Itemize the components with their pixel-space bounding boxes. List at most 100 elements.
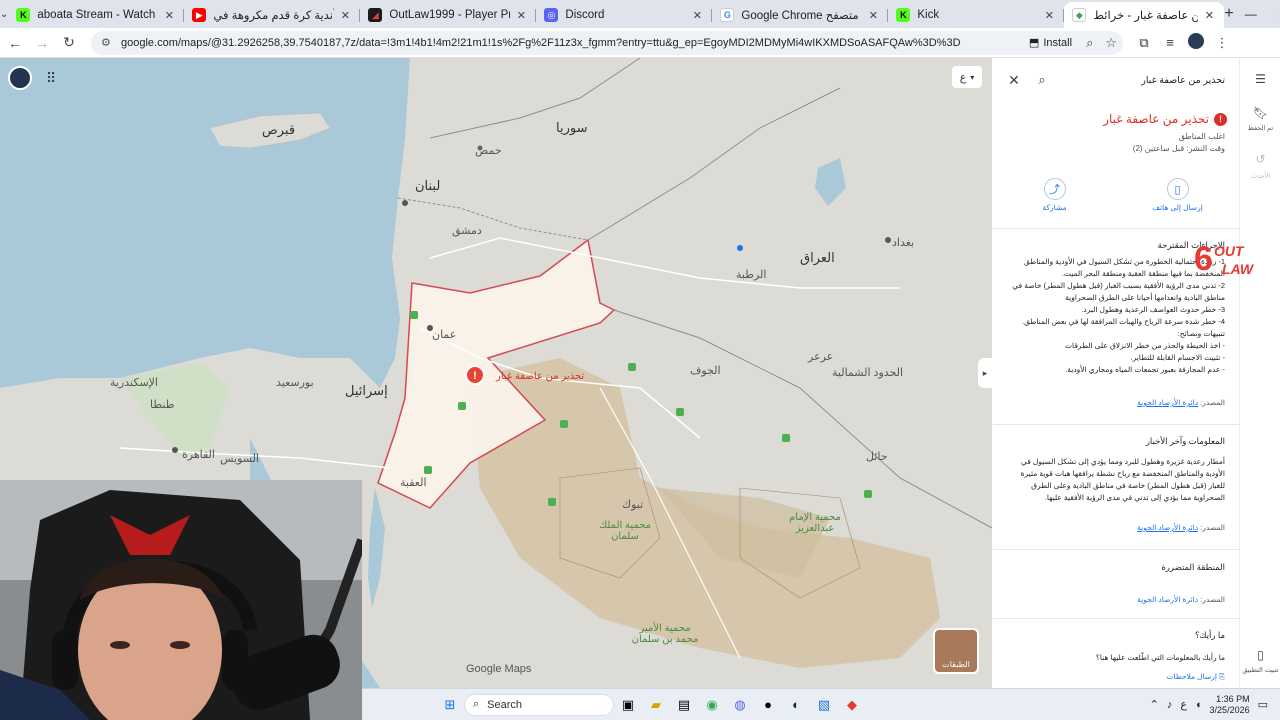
tab-close-icon[interactable]: ✕ [1042,9,1056,22]
reload-button[interactable]: ↻ [57,34,81,51]
right-rail: ☰ 🔖︎ تم الحفظ ↺ الأحدث ▯ تثبيت التطبيق [1239,58,1280,688]
app2-taskbar-icon[interactable]: ▧ [810,694,838,716]
search-icon[interactable]: ⌕ [1031,72,1053,88]
news-text: أمطار رعدية غزيرة وهطول للبرد ومما يؤدي … [1020,457,1225,502]
tab-close-icon[interactable]: ✕ [514,9,528,22]
chrome-menu-icon[interactable]: ⋮ [1209,35,1235,51]
taskbar-search[interactable]: ⌕ Search [464,693,614,716]
search-box[interactable]: ✕ ⌕ تحذير من عاصفة غبار [1003,66,1229,94]
obs-taskbar-icon[interactable]: ◆ [838,694,866,716]
tab-0[interactable]: Kaboata Stream - Watch Live on ✕ [8,2,185,28]
map-label-city: السويس [220,453,259,465]
mic-icon[interactable]: ♪ [1167,699,1173,711]
maximize-button[interactable]: ❐ [1268,7,1280,21]
feedback-icon: ⎘ [1219,672,1225,681]
clock[interactable]: 1:36 PM 3/25/2026 [1210,694,1250,716]
tab-title: أكثر 5 أندية كرة قدم مكروهة في [213,10,335,22]
back-button[interactable]: ← [3,35,27,51]
volume-icon[interactable]: ◖ [1195,699,1202,711]
chrome-taskbar-icon[interactable]: ◉ [698,694,726,716]
tab-favicon-icon: K [16,8,31,22]
media-icon[interactable]: ≡ [1157,35,1183,50]
store-icon[interactable]: ▤ [670,694,698,716]
send-feedback-link[interactable]: ⎘ إرسال ملاحظات [1166,672,1225,682]
map-label-park: محمية الأمير محمد بن سلمان [631,623,699,645]
bookmark-star-icon[interactable]: ☆ [1105,35,1117,50]
history-icon[interactable]: ↺ [1240,152,1280,166]
notifications-icon[interactable]: ▭ [1258,698,1268,711]
map-label-city: العقبة [400,477,427,489]
layers-button[interactable]: الطبقات [933,628,979,674]
zoom-icon[interactable]: ⌕ [1086,35,1093,50]
tab-close-icon[interactable]: ✕ [1202,9,1216,22]
start-button[interactable]: ⊞ [436,694,464,716]
menu-icon[interactable]: ☰ [1240,72,1280,86]
address-bar[interactable]: ⚙ google.com/maps/@31.2926258,39.7540187… [91,30,1123,55]
forward-button[interactable]: → [30,35,54,51]
map-label-city: عمان [432,329,457,341]
site-info-icon[interactable]: ⚙ [101,36,117,49]
tab-close-icon[interactable]: ✕ [690,9,704,22]
tab-1[interactable]: ▶ أكثر 5 أندية كرة قدم مكروهة في✕ [184,2,361,28]
recent-label: الأحدث [1250,173,1271,180]
map-label-park: محمية الملك سلمان [598,520,652,542]
collapse-panel-button[interactable]: ▸ [978,358,992,388]
tab-6[interactable]: ◆ تحذير من عاصفة غبار - خرائط Go✕ [1064,2,1225,28]
saved-icon[interactable]: 🔖︎ [1240,106,1280,120]
minimize-button[interactable]: — [1234,7,1268,21]
tab-favicon-icon: ◆ [1072,8,1087,22]
map-label-city: طنطا [150,399,175,411]
close-icon[interactable]: ✕ [1003,72,1025,89]
task-view-icon[interactable]: ▣ [614,694,642,716]
svg-text:!: ! [473,370,477,382]
divider [993,618,1239,619]
tray-overflow-icon[interactable]: ⌃ [1150,698,1159,711]
file-explorer-icon[interactable]: ▰ [642,694,670,716]
map-label-city: القاهرة [182,449,215,461]
outlaw-logo: 6 OUT LAW [1194,240,1255,278]
source-link[interactable]: دائرة الأرصاد الجوية [1137,523,1198,532]
discord-taskbar-icon[interactable]: ◍ [726,694,754,716]
extensions-icon[interactable]: ⧉ [1131,35,1157,51]
apps-grid-icon[interactable]: ⠿ [46,70,56,87]
map-label-alert[interactable]: تحذير من عاصفة غبار [496,371,584,382]
source-link[interactable]: دائرة الأرصاد الجوية [1137,398,1198,407]
tab-5[interactable]: K Kick ✕ [888,2,1065,28]
install-app-button[interactable]: ⬒ Install [1028,36,1072,50]
tab-3[interactable]: ◎ Discord ✕ [536,2,713,28]
profile-avatar[interactable] [1183,33,1209,52]
search-input[interactable]: تحذير من عاصفة غبار [1053,75,1229,86]
tab-favicon-icon: G [720,8,735,22]
install-icon: ⬒ [1028,37,1040,49]
map-label-country: سوريا [556,120,588,135]
install-app-icon[interactable]: ▯ [1240,648,1280,662]
tab-4[interactable]: G Google Chrome مساعدة متصفح ✕ [712,2,889,28]
tab-favicon-icon: ◎ [544,8,559,22]
new-tab-button[interactable]: + [1224,5,1233,23]
user-avatar[interactable] [8,66,32,90]
share-button[interactable]: ⤴ مشاركة [1020,178,1090,212]
map-top-button[interactable]: ع ▾ [952,66,982,88]
tab-close-icon[interactable]: ✕ [338,9,352,22]
windows-taskbar: ⊞ ⌕ Search ▣ ▰ ▤ ◉ ◍ ● ◐ ▧ ◆ ⌃ ♪ ع ◖ 1:36… [362,688,1280,720]
tab-title: Discord [565,9,605,21]
tab-close-icon[interactable]: ✕ [866,9,880,22]
divider [993,549,1239,550]
source-link[interactable]: دائرة الأرصاد الجوية [1137,595,1198,604]
tab-close-icon[interactable]: ✕ [162,9,176,22]
tab-2[interactable]: ◢ OutLaw1999 - Player Profile -✕ [360,2,537,28]
map-label-city: دمشق [452,225,482,237]
map-top-left: ⠿ [8,66,56,90]
app-taskbar-icon[interactable]: ● [754,694,782,716]
send-to-phone-button[interactable]: ▯ إرسال إلى هاتف [1143,178,1213,212]
map-label-city: تبوك [622,499,644,511]
map-label-country: العراق [800,250,835,265]
url-icons: ⌕ ☆ [1080,35,1123,51]
tab-search-button[interactable]: ⌄ [0,0,8,28]
steam-taskbar-icon[interactable]: ◐ [782,694,810,716]
tab-title: aboata Stream - Watch Live on [37,9,158,21]
tab-favicon-icon: ◢ [368,8,383,22]
source-line: المصدر: دائرة الأرصاد الجوية [1137,595,1225,604]
tab-strip: ⌄ Kaboata Stream - Watch Live on ✕ ▶ أكثر 5… [0,0,1280,28]
language-indicator[interactable]: ع [1180,698,1187,711]
